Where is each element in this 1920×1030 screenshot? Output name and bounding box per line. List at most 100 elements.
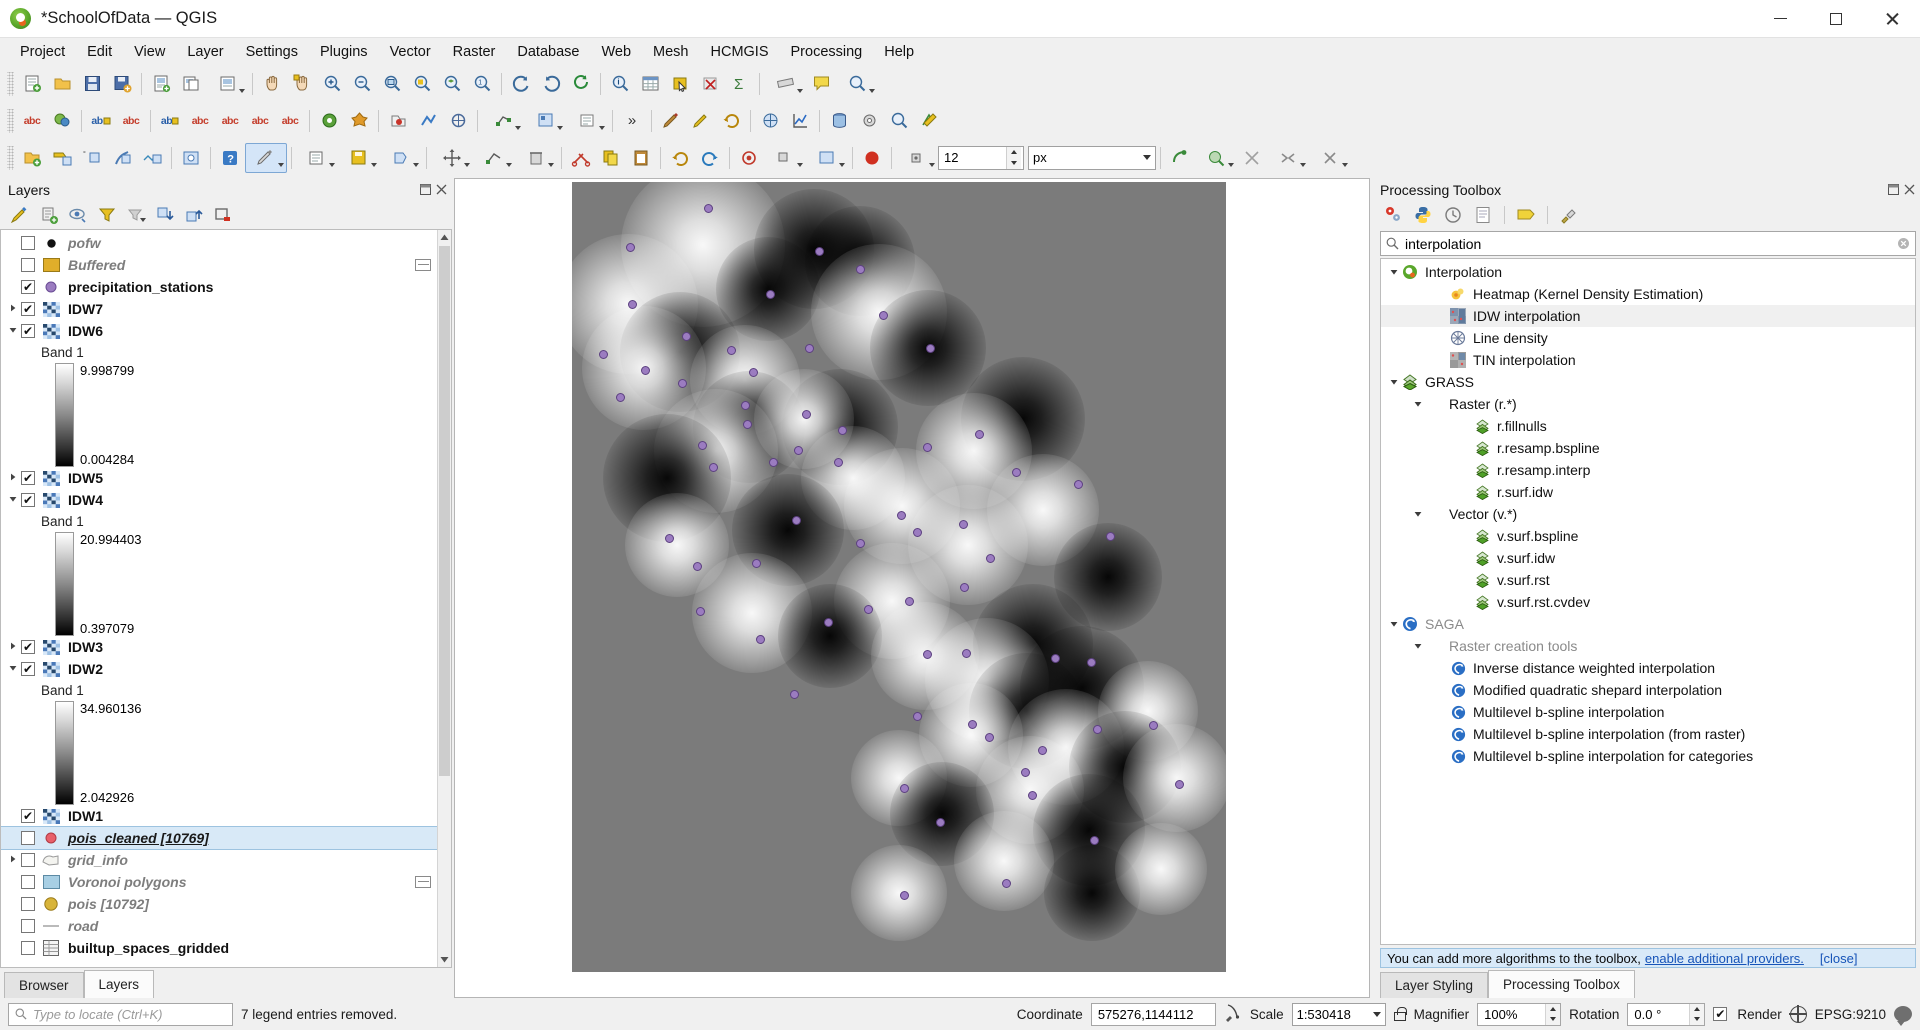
layer-row[interactable]: pois [10792] — [1, 893, 451, 915]
modify-attributes-icon[interactable] — [566, 106, 608, 136]
layer-visibility-checkbox[interactable] — [21, 919, 35, 933]
layer-row[interactable]: builtup_spaces_gridded — [1, 937, 451, 959]
label-1-icon[interactable]: ab — [155, 106, 185, 136]
station-point[interactable] — [936, 817, 946, 827]
snapping-options-icon[interactable] — [1195, 143, 1237, 173]
float-panel-icon[interactable] — [1887, 183, 1900, 196]
algorithm-item[interactable]: v.surf.bspline — [1381, 525, 1915, 547]
station-point[interactable] — [904, 597, 914, 607]
layer-visibility-checkbox[interactable] — [21, 324, 35, 338]
toolbar-grip[interactable] — [7, 108, 14, 133]
algorithm-group[interactable]: Raster creation tools — [1381, 635, 1915, 657]
menu-layer[interactable]: Layer — [176, 40, 234, 64]
algorithm-item[interactable]: r.surf.idw — [1381, 481, 1915, 503]
toolbar-grip[interactable] — [7, 71, 14, 96]
close-panel-icon[interactable] — [435, 183, 448, 196]
layer-visibility-checkbox[interactable] — [21, 471, 35, 485]
layer-visibility-checkbox[interactable] — [21, 831, 35, 845]
label-red-icon[interactable]: abc — [116, 106, 146, 136]
station-point[interactable] — [1037, 745, 1047, 755]
measure-icon[interactable] — [764, 69, 806, 99]
results-viewer-icon[interactable] — [1470, 203, 1496, 227]
messages-icon[interactable] — [1894, 1006, 1912, 1026]
layer-visibility-checkbox[interactable] — [21, 809, 35, 823]
rotate-point-symbols-icon[interactable] — [734, 143, 764, 173]
toggle-editing-icon[interactable] — [296, 143, 338, 173]
label-4-icon[interactable]: abc — [245, 106, 275, 136]
overflow-icon[interactable]: » — [617, 106, 647, 136]
layers-scrollbar[interactable] — [437, 230, 451, 967]
layer-row[interactable]: IDW7 — [1, 298, 451, 320]
menu-plugins[interactable]: Plugins — [309, 40, 379, 64]
snap-avoid-overlap-icon[interactable] — [1267, 143, 1309, 173]
collapse-all-icon[interactable] — [180, 203, 207, 228]
new-spatialite-icon[interactable]: ° — [77, 143, 107, 173]
layer-row[interactable]: road — [1, 915, 451, 937]
layer-visibility-checkbox[interactable] — [21, 302, 35, 316]
layer-visibility-checkbox[interactable] — [21, 493, 35, 507]
station-point[interactable] — [1021, 767, 1031, 777]
expand-toggle-icon[interactable] — [5, 664, 21, 674]
tree-expand-icon[interactable] — [1411, 400, 1425, 408]
expand-toggle-icon[interactable] — [5, 326, 21, 336]
float-panel-icon[interactable] — [419, 183, 432, 196]
new-memory-layer-icon[interactable] — [107, 143, 137, 173]
menu-hcmgis[interactable]: HCMGIS — [700, 40, 780, 64]
layout-manager-icon[interactable] — [176, 69, 206, 99]
symbol-size-stepper[interactable]: 12 — [938, 145, 1024, 170]
label-5-icon[interactable]: abc — [275, 106, 305, 136]
layer-row[interactable]: Buffered — [1, 254, 451, 276]
processing-icon[interactable] — [854, 106, 884, 136]
node-tool-icon[interactable] — [524, 106, 566, 136]
station-point[interactable] — [692, 561, 702, 571]
menu-edit[interactable]: Edit — [76, 40, 123, 64]
layer-visibility-checkbox[interactable] — [21, 280, 35, 294]
expand-toggle-icon[interactable] — [5, 855, 21, 865]
crs-label[interactable]: EPSG:9210 — [1815, 1007, 1886, 1022]
python-console-icon[interactable] — [884, 106, 914, 136]
deselect-icon[interactable] — [695, 69, 725, 99]
layer-row[interactable]: IDW1 — [1, 805, 451, 827]
open-layer-styling-icon[interactable] — [6, 203, 33, 228]
zoom-last-icon[interactable] — [506, 69, 536, 99]
expand-all-icon[interactable] — [151, 203, 178, 228]
self-intersection-icon[interactable] — [1309, 143, 1351, 173]
station-point[interactable] — [878, 311, 888, 321]
layer-visibility-checkbox[interactable] — [21, 236, 35, 250]
label-toggle-icon[interactable]: ab — [86, 106, 116, 136]
expand-toggle-icon[interactable] — [5, 473, 21, 483]
station-point[interactable] — [897, 511, 906, 520]
statistical-summary-icon[interactable]: Σ — [725, 69, 755, 99]
algorithm-group[interactable]: GRASS — [1381, 371, 1915, 393]
toolbar-grip[interactable] — [7, 145, 14, 170]
render-checkbox[interactable] — [1713, 1007, 1728, 1021]
offset-curve-icon[interactable] — [764, 143, 806, 173]
vertex-tool-all-icon[interactable] — [473, 143, 515, 173]
menu-database[interactable]: Database — [506, 40, 590, 64]
refresh-icon[interactable] — [566, 69, 596, 99]
menu-settings[interactable]: Settings — [235, 40, 309, 64]
algorithm-search-box[interactable] — [1380, 231, 1916, 256]
copy-features-icon[interactable] — [596, 143, 626, 173]
label-abc-icon[interactable]: abc — [17, 106, 47, 136]
station-point[interactable] — [833, 458, 843, 468]
algorithm-item[interactable]: v.surf.rst.cvdev — [1381, 591, 1915, 613]
station-point[interactable] — [704, 203, 714, 213]
pan-to-selection-icon[interactable] — [287, 69, 317, 99]
coordinate-capture-icon[interactable] — [1224, 1003, 1242, 1026]
identify-features-icon[interactable]: i — [605, 69, 635, 99]
expand-toggle-icon[interactable] — [5, 304, 21, 314]
enable-providers-link[interactable]: enable additional providers. — [1645, 951, 1804, 966]
new-gpx-icon[interactable] — [176, 143, 206, 173]
algorithm-tree[interactable]: Interpolation Heatmap (Kernel Density Est… — [1380, 258, 1916, 945]
run-model-icon[interactable] — [1380, 203, 1406, 227]
symbol-size-icon[interactable] — [896, 143, 938, 173]
algorithm-item[interactable]: TIN interpolation — [1381, 349, 1915, 371]
select-features-icon[interactable] — [665, 69, 695, 99]
algorithm-group[interactable]: SAGA — [1381, 613, 1915, 635]
notice-close-link[interactable]: [close] — [1820, 951, 1858, 966]
cut-features-icon[interactable] — [566, 143, 596, 173]
station-point[interactable] — [1001, 879, 1011, 889]
filter-legend-icon[interactable] — [93, 203, 120, 228]
station-point[interactable] — [959, 519, 969, 529]
